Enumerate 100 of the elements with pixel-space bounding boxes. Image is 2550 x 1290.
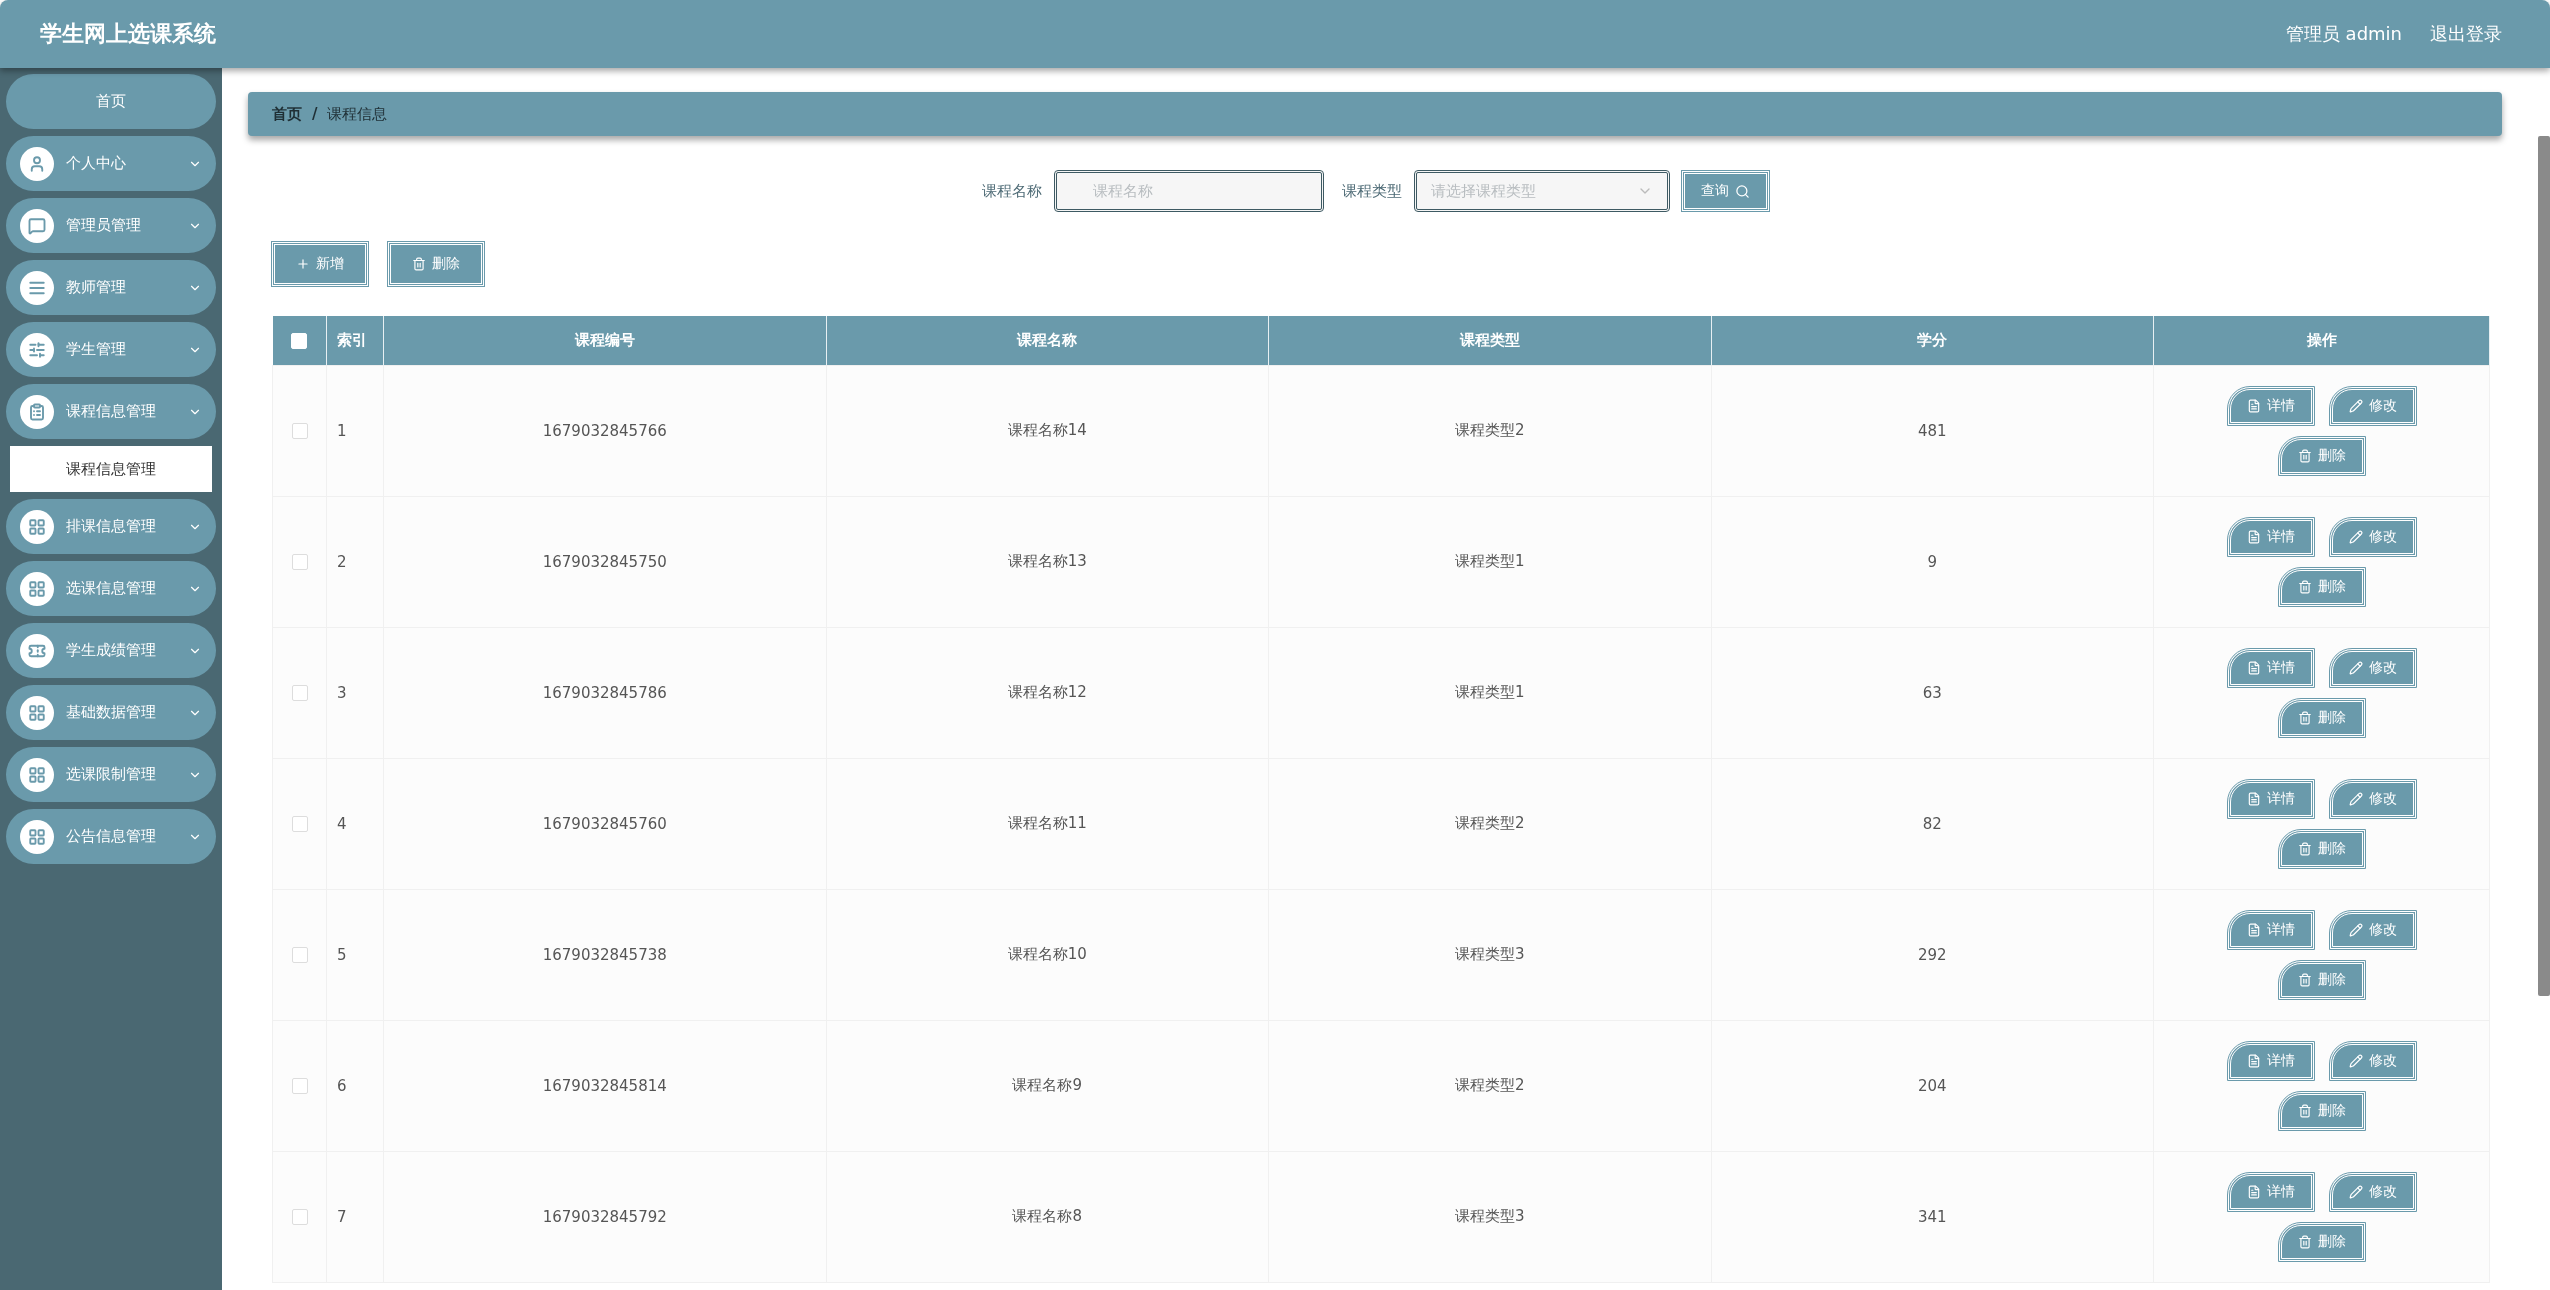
table-cell: 341	[1917, 1207, 1947, 1226]
query-button[interactable]: 查询	[1681, 171, 1769, 211]
ticket-icon	[20, 633, 54, 668]
field-label: 课程类型	[1341, 181, 1402, 201]
document-icon	[2246, 529, 2261, 544]
document-icon	[2246, 660, 2261, 675]
list-icon	[20, 270, 54, 305]
pencil-icon	[2348, 1184, 2363, 1199]
trash-icon	[2297, 1103, 2312, 1118]
document-icon	[2246, 922, 2261, 937]
plus-icon	[296, 257, 310, 271]
menu-item[interactable]: 排课信息管理	[6, 499, 216, 554]
edit-button[interactable]: 修改	[2329, 648, 2416, 687]
edit-button[interactable]: 修改	[2329, 910, 2416, 949]
menu-item[interactable]: 个人中心	[6, 136, 216, 191]
table-cell: 课程类型1	[1454, 683, 1525, 701]
delete-button[interactable]: 删除	[2278, 567, 2365, 606]
detail-button[interactable]: 详情	[2227, 910, 2314, 949]
delete-button[interactable]: 删除	[2278, 1222, 2365, 1261]
delete-button[interactable]: 删除	[2278, 829, 2365, 868]
delete-button[interactable]: 删除	[2278, 1091, 2365, 1130]
trash-icon	[2297, 579, 2312, 594]
delete-button[interactable]: 删除	[2278, 436, 2365, 475]
table-cell: 7	[337, 1207, 347, 1226]
edit-button[interactable]: 修改	[2329, 1172, 2416, 1211]
menu-item[interactable]: 选课限制管理	[6, 747, 216, 802]
table-cell: 课程类型3	[1454, 945, 1525, 963]
table-cell: 292	[1917, 945, 1947, 964]
detail-button[interactable]: 详情	[2227, 648, 2314, 687]
delete-button[interactable]: 删除	[2278, 960, 2365, 999]
submenu-item[interactable]: 课程信息管理	[10, 446, 212, 492]
breadcrumb-link[interactable]: 首页	[272, 104, 302, 124]
row-checkbox[interactable]	[291, 1078, 308, 1094]
table-cell: 1679032845792	[542, 1207, 667, 1226]
menu-item[interactable]: 首页	[6, 74, 216, 129]
detail-button[interactable]: 详情	[2227, 517, 2314, 556]
pencil-icon	[2348, 660, 2363, 675]
grid-icon	[20, 695, 54, 730]
menu-item[interactable]: 选课信息管理	[6, 561, 216, 616]
table-cell: 63	[1922, 683, 1942, 702]
trash-icon	[2297, 710, 2312, 725]
field-label: 课程名称	[981, 181, 1042, 201]
detail-button[interactable]: 详情	[2227, 779, 2314, 818]
menu-item[interactable]: 公告信息管理	[6, 809, 216, 864]
course-type-select[interactable]: 请选择课程类型	[1413, 170, 1670, 212]
menu-item[interactable]: 课程信息管理	[6, 384, 216, 439]
column-header: 课程编号	[574, 330, 635, 349]
menu-item[interactable]: 学生成绩管理	[6, 623, 216, 678]
delete-button[interactable]: 删除	[388, 242, 484, 286]
edit-button[interactable]: 修改	[2329, 386, 2416, 425]
row-checkbox[interactable]	[291, 947, 308, 963]
trash-icon	[2297, 841, 2312, 856]
row-checkbox[interactable]	[291, 685, 308, 701]
menu-item[interactable]: 学生管理	[6, 322, 216, 377]
table-cell: 1679032845786	[542, 683, 667, 702]
delete-button[interactable]: 删除	[2278, 698, 2365, 737]
table-cell: 3	[337, 683, 347, 702]
table-cell: 课程名称11	[1007, 814, 1087, 832]
column-header: 操作	[2306, 330, 2337, 349]
table-cell: 课程名称8	[1012, 1207, 1082, 1225]
row-checkbox[interactable]	[291, 1209, 308, 1225]
scrollbar[interactable]	[2538, 136, 2550, 996]
table-cell: 1679032845750	[542, 552, 667, 571]
row-checkbox[interactable]	[291, 423, 308, 439]
breadcrumb-text: 课程信息	[327, 104, 388, 124]
row-checkbox[interactable]	[291, 554, 308, 570]
table-cell: 481	[1917, 421, 1947, 440]
detail-button[interactable]: 详情	[2227, 386, 2314, 425]
edit-button[interactable]: 修改	[2329, 1041, 2416, 1080]
grid-icon	[20, 819, 54, 854]
pencil-icon	[2348, 791, 2363, 806]
select-all-checkbox[interactable]	[291, 332, 308, 349]
menu-item[interactable]: 教师管理	[6, 260, 216, 315]
table-cell: 课程类型2	[1454, 1076, 1525, 1094]
table-cell: 课程类型3	[1454, 1207, 1525, 1225]
pencil-icon	[2348, 922, 2363, 937]
trash-icon	[2297, 1234, 2312, 1249]
menu-item[interactable]: 管理员管理	[6, 198, 216, 253]
table-cell: 9	[1927, 552, 1937, 571]
table-cell: 1679032845766	[542, 421, 667, 440]
pencil-icon	[2348, 398, 2363, 413]
course-name-field[interactable]: 课程名称	[1053, 170, 1324, 212]
logout-link[interactable]: 退出登录	[2430, 22, 2502, 46]
table-cell: 82	[1922, 814, 1942, 833]
edit-button[interactable]: 修改	[2329, 517, 2416, 556]
chat-icon	[20, 208, 54, 243]
breadcrumb-text: /	[312, 105, 318, 123]
table-cell: 1679032845760	[542, 814, 667, 833]
column-header: 课程类型	[1459, 330, 1520, 349]
detail-button[interactable]: 详情	[2227, 1172, 2314, 1211]
table-cell: 2	[337, 552, 347, 571]
detail-button[interactable]: 详情	[2227, 1041, 2314, 1080]
edit-button[interactable]: 修改	[2329, 779, 2416, 818]
add-button[interactable]: 新增	[272, 242, 368, 286]
row-checkbox[interactable]	[291, 816, 308, 832]
menu-item[interactable]: 基础数据管理	[6, 685, 216, 740]
grid-icon	[20, 571, 54, 606]
person-icon	[20, 146, 54, 181]
search-icon	[1734, 183, 1750, 199]
sliders-icon	[20, 332, 54, 367]
